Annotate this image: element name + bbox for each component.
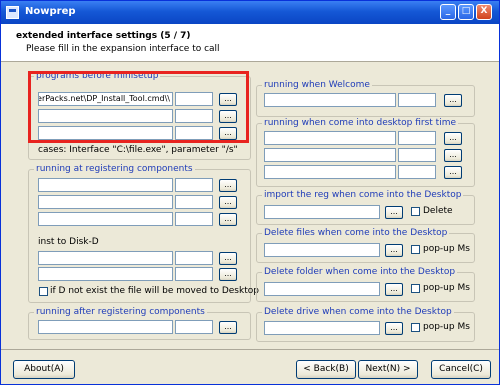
program-param-field[interactable] xyxy=(398,165,436,179)
move-to-desktop-checkbox[interactable] xyxy=(39,287,48,296)
program-path-field[interactable] xyxy=(264,93,396,107)
popup-drive-checkbox[interactable] xyxy=(411,323,420,332)
cases-hint: cases: Interface "C:\file.exe", paramete… xyxy=(38,145,238,155)
browse-button[interactable]: ... xyxy=(219,252,237,265)
next-button[interactable]: Next(N) > xyxy=(358,360,418,379)
inst-disk-label: inst to Disk-D xyxy=(38,237,99,247)
program-path-field[interactable] xyxy=(38,195,173,209)
browse-button[interactable]: ... xyxy=(444,132,462,145)
popup-drive-label: pop-up Ms xyxy=(423,322,470,332)
highlight-box xyxy=(28,71,249,143)
group-title: Delete files when come into the Desktop xyxy=(262,228,450,238)
page-subtitle: Please fill in the expansion interface t… xyxy=(26,44,220,54)
program-param-field[interactable] xyxy=(175,320,213,334)
browse-button[interactable]: ... xyxy=(385,244,403,257)
group-title: import the reg when come into the Deskto… xyxy=(262,190,464,200)
group-title: Delete drive when come into the Desktop xyxy=(262,307,454,317)
maximize-button[interactable]: □ xyxy=(458,4,474,20)
delete-drive-field[interactable] xyxy=(264,321,380,335)
browse-button[interactable]: ... xyxy=(385,322,403,335)
group-title: Delete folder when come into the Desktop xyxy=(262,267,458,277)
title-bar[interactable]: Nowprep _ □ X xyxy=(1,1,499,24)
program-path-field[interactable] xyxy=(38,212,173,226)
delete-files-field[interactable] xyxy=(264,243,380,257)
app-icon xyxy=(6,6,19,19)
program-path-field[interactable] xyxy=(38,320,173,334)
program-param-field[interactable] xyxy=(175,251,213,265)
about-button[interactable]: About(A) xyxy=(13,360,75,379)
browse-button[interactable]: ... xyxy=(385,283,403,296)
popup-folder-checkbox[interactable] xyxy=(411,284,420,293)
program-param-field[interactable] xyxy=(398,93,436,107)
wizard-header: extended interface settings (5 / 7) Plea… xyxy=(1,24,499,62)
browse-button[interactable]: ... xyxy=(385,206,403,219)
cancel-button[interactable]: Cancel(C) xyxy=(431,360,491,379)
browse-button[interactable]: ... xyxy=(444,149,462,162)
browse-button[interactable]: ... xyxy=(219,321,237,334)
program-path-field[interactable] xyxy=(264,148,396,162)
back-button[interactable]: < Back(B) xyxy=(296,360,356,379)
delete-folder-field[interactable] xyxy=(264,282,380,296)
reg-file-field[interactable] xyxy=(264,205,380,219)
program-param-field[interactable] xyxy=(175,212,213,226)
program-param-field[interactable] xyxy=(398,131,436,145)
program-param-field[interactable] xyxy=(398,148,436,162)
program-path-field[interactable] xyxy=(38,251,173,265)
delete-reg-checkbox[interactable] xyxy=(411,207,420,216)
group-title: running when come into desktop first tim… xyxy=(262,118,459,128)
window-title: Nowprep xyxy=(25,6,76,17)
program-path-field[interactable] xyxy=(38,178,173,192)
browse-button[interactable]: ... xyxy=(219,179,237,192)
program-path-field[interactable] xyxy=(264,165,396,179)
program-param-field[interactable] xyxy=(175,267,213,281)
group-title: running at registering components xyxy=(34,164,195,174)
popup-files-label: pop-up Ms xyxy=(423,244,470,254)
group-title: running after registering components xyxy=(34,307,207,317)
close-button[interactable]: X xyxy=(476,4,492,20)
browse-button[interactable]: ... xyxy=(219,213,237,226)
browse-button[interactable]: ... xyxy=(444,166,462,179)
wizard-window: Nowprep _ □ X extended interface setting… xyxy=(0,0,500,385)
browse-button[interactable]: ... xyxy=(444,94,462,107)
program-param-field[interactable] xyxy=(175,178,213,192)
delete-reg-label: Delete xyxy=(423,206,453,216)
move-to-desktop-label: if D not exist the file will be moved to… xyxy=(50,286,259,296)
browse-button[interactable]: ... xyxy=(219,196,237,209)
popup-folder-label: pop-up Ms xyxy=(423,283,470,293)
minimize-button[interactable]: _ xyxy=(440,4,456,20)
program-param-field[interactable] xyxy=(175,195,213,209)
page-title: extended interface settings (5 / 7) xyxy=(16,31,191,41)
browse-button[interactable]: ... xyxy=(219,268,237,281)
wizard-footer: About(A) < Back(B) Next(N) > Cancel(C) xyxy=(1,349,499,385)
popup-files-checkbox[interactable] xyxy=(411,245,420,254)
program-path-field[interactable] xyxy=(38,267,173,281)
group-title: running when Welcome xyxy=(262,80,372,90)
program-path-field[interactable] xyxy=(264,131,396,145)
